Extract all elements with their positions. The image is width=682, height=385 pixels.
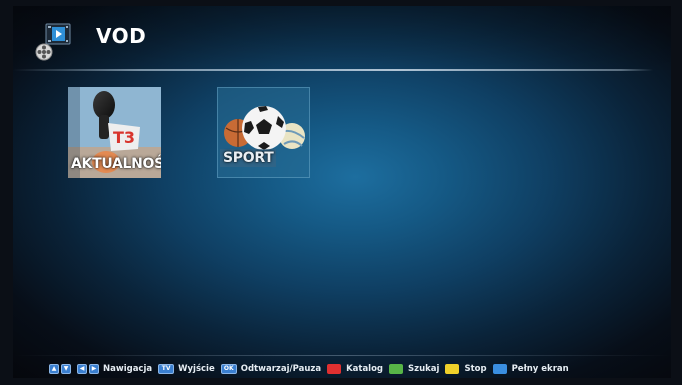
tile-label: SPORT [220,149,277,167]
hint-play-pause: OK Odtwarzaj/Pauza [220,364,322,374]
hint-search: Szukaj [389,364,439,374]
page-title: VOD [96,24,147,48]
hint-exit: TV Wyjście [158,364,215,374]
hint-stop: Stop [445,364,487,374]
hint-catalog: Katalog [327,364,383,374]
hint-label: Pełny ekran [511,364,569,374]
blue-key-icon [492,364,507,374]
arrow-right-icon: ▶ [89,364,99,374]
hint-navigation: ▲ ▼ ◀ ▶ Nawigacja [49,364,152,374]
hint-label: Nawigacja [103,364,153,374]
ok-key-icon: OK [220,364,237,374]
arrow-left-icon: ◀ [77,364,87,374]
arrow-down-icon: ▼ [61,364,71,374]
hint-label: Odtwarzaj/Pauza [240,364,322,374]
arrow-up-icon: ▲ [49,364,59,374]
yellow-key-icon [445,364,460,374]
vod-screen: VOD [13,6,671,378]
footer-divider [13,355,671,356]
category-tile-news[interactable]: T3 AKTUALNOŚCI [68,87,161,178]
category-tile-sport[interactable]: SPORT [217,87,310,178]
hint-label: Stop [464,364,487,374]
green-key-icon [389,364,404,374]
hint-label: Wyjście [178,364,215,374]
film-reel-play-icon [35,22,75,62]
hint-label: Szukaj [408,364,440,374]
tile-label: AKTUALNOŚCI [71,156,161,172]
red-key-icon [327,364,342,374]
footer-hints: ▲ ▼ ◀ ▶ Nawigacja TV Wyjście OK Odtwarza… [13,359,671,379]
hint-label: Katalog [346,364,384,374]
svg-text:T3: T3 [113,128,135,147]
header: VOD [13,6,671,70]
hint-fullscreen: Pełny ekran [492,364,569,374]
header-divider [13,69,653,71]
tv-key-icon: TV [158,364,175,374]
